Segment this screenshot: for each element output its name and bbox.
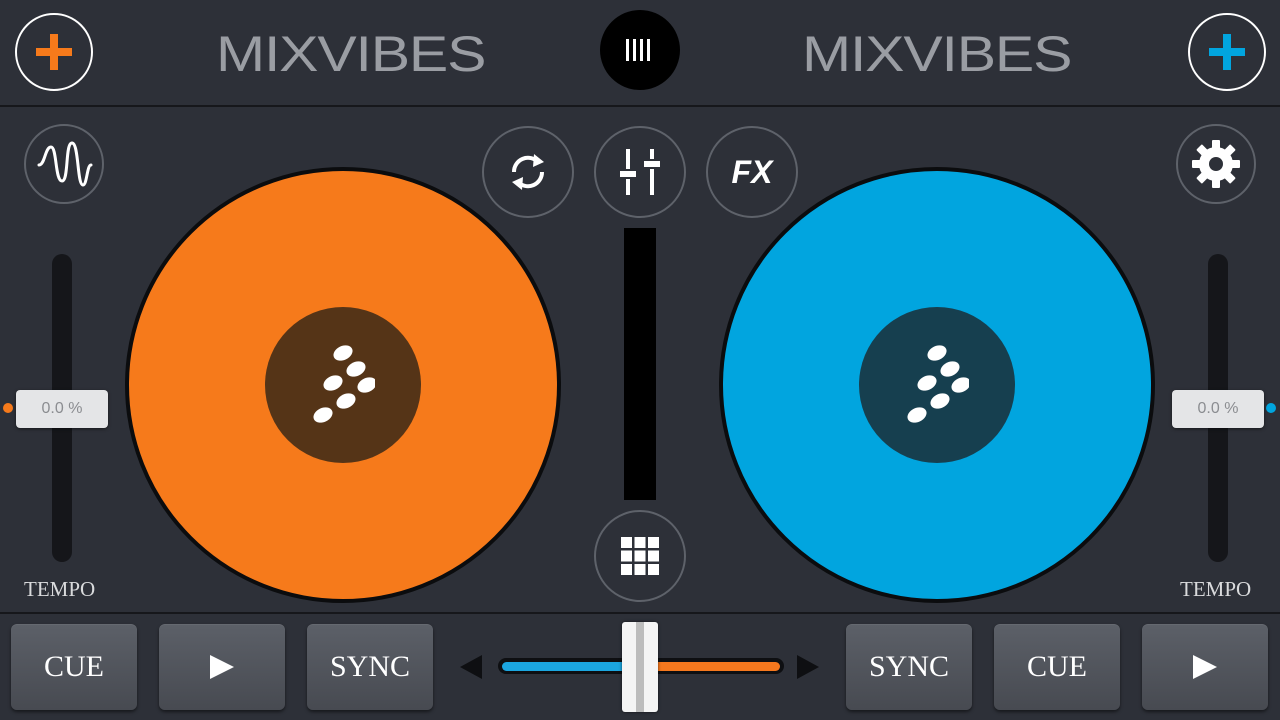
gear-icon — [1192, 140, 1240, 188]
plus-icon — [36, 34, 72, 70]
library-bars-icon — [626, 39, 650, 61]
loop-icon — [511, 154, 545, 190]
deck-a-play-button[interactable] — [159, 624, 285, 710]
fx-button[interactable]: FX — [706, 126, 798, 218]
settings-button[interactable] — [1176, 124, 1256, 204]
deck-b-sync-button[interactable]: SYNC — [846, 624, 972, 710]
crossfader-deck-b-fill — [640, 662, 780, 671]
crossfader-deck-a-fill — [502, 662, 642, 671]
brand-logo-left: MIXVIBES — [216, 26, 486, 82]
deck-b-sync-label: SYNC — [868, 650, 950, 683]
brand-logo-right: MIXVIBES — [802, 26, 1072, 82]
deck-b-tempo-indicator — [1266, 403, 1276, 413]
waveform-button[interactable] — [24, 124, 104, 204]
grid-icon — [621, 537, 659, 575]
play-icon — [210, 655, 234, 679]
deck-a-record-label — [265, 307, 421, 463]
fx-label: FX — [731, 153, 773, 190]
play-icon — [1193, 655, 1217, 679]
plus-icon — [1209, 34, 1245, 70]
crossfader-right-arrow-icon[interactable] — [795, 654, 821, 680]
mixer-button[interactable] — [594, 126, 686, 218]
bottom-divider — [0, 612, 1280, 614]
waveform-icon — [37, 141, 93, 187]
deck-a-cue-label: CUE — [44, 650, 104, 683]
deck-b-cue-button[interactable]: CUE — [994, 624, 1120, 710]
crossfader-left-arrow-icon[interactable] — [458, 654, 484, 680]
deck-b-tempo-label: TEMPO — [1180, 577, 1252, 601]
mixvibes-logo-icon — [907, 345, 969, 423]
deck-a-tempo-indicator — [3, 403, 13, 413]
top-divider — [0, 105, 1280, 107]
deck-b-tempo-handle[interactable]: 0.0 % — [1172, 390, 1264, 428]
loop-button[interactable] — [482, 126, 574, 218]
crossfader-handle[interactable] — [622, 622, 658, 712]
deck-a-sync-button[interactable]: SYNC — [307, 624, 433, 710]
deck-b-record-label — [859, 307, 1015, 463]
mixer-sliders-icon — [620, 149, 660, 195]
add-track-left-button[interactable] — [15, 13, 93, 91]
deck-b-play-button[interactable] — [1142, 624, 1268, 710]
volume-meter — [624, 228, 656, 500]
library-button[interactable] — [600, 10, 680, 90]
deck-a-tempo-handle[interactable]: 0.0 % — [16, 390, 108, 428]
mixvibes-logo-icon — [313, 345, 375, 423]
sampler-button[interactable] — [594, 510, 686, 602]
deck-a-cue-button[interactable]: CUE — [11, 624, 137, 710]
deck-a-sync-label: SYNC — [329, 650, 411, 683]
deck-a-tempo-label: TEMPO — [24, 577, 96, 601]
deck-b-cue-label: CUE — [1027, 650, 1087, 683]
add-track-right-button[interactable] — [1188, 13, 1266, 91]
